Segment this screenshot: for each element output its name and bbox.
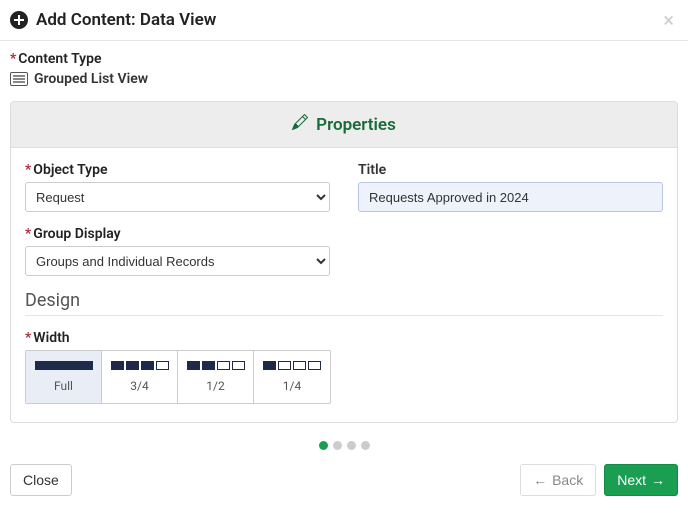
arrow-right-icon: →: [651, 472, 665, 488]
width-options: Full 3/4 1/2 1/4: [25, 350, 331, 404]
group-display-select[interactable]: Groups and Individual Records: [25, 246, 330, 276]
back-button[interactable]: ← Back: [520, 464, 596, 496]
properties-header: Properties: [11, 102, 677, 148]
pencil-icon: [292, 114, 308, 135]
step-dot-3: [347, 441, 356, 450]
group-display-label: Group Display: [33, 226, 120, 242]
design-heading: Design: [25, 290, 663, 311]
arrow-left-icon: ←: [533, 472, 547, 488]
step-dot-1: [319, 441, 328, 450]
step-dot-4: [361, 441, 370, 450]
object-type-select[interactable]: Request: [25, 182, 330, 212]
title-field: Title: [358, 162, 663, 212]
content-type-label: Content Type: [18, 51, 101, 67]
properties-title: Properties: [316, 115, 396, 135]
title-input[interactable]: [358, 182, 663, 212]
dialog-title: Add Content: Data View: [36, 10, 663, 30]
dialog-footer: Close ← Back Next →: [0, 464, 688, 508]
step-dot-2: [333, 441, 342, 450]
title-label: Title: [358, 162, 663, 178]
content-type-field: *Content Type Grouped List View: [10, 51, 678, 87]
width-option-half[interactable]: 1/2: [178, 351, 254, 403]
grouped-list-icon: [10, 72, 28, 86]
object-type-field: *Object Type Request: [25, 162, 330, 212]
dialog-header: Add Content: Data View ×: [0, 0, 688, 41]
content-type-value: Grouped List View: [34, 71, 148, 87]
width-option-three-quarter[interactable]: 3/4: [102, 351, 178, 403]
plus-circle-icon: [10, 11, 28, 29]
close-icon[interactable]: ×: [663, 10, 674, 30]
close-button[interactable]: Close: [10, 464, 72, 496]
width-option-full[interactable]: Full: [26, 351, 102, 403]
divider: [25, 315, 663, 316]
properties-panel: Properties *Object Type Request *Group D…: [10, 101, 678, 423]
width-label: Width: [33, 330, 69, 346]
width-option-quarter[interactable]: 1/4: [254, 351, 330, 403]
next-button[interactable]: Next →: [604, 464, 678, 496]
step-indicator: [10, 441, 678, 450]
object-type-label: Object Type: [33, 162, 107, 178]
group-display-field: *Group Display Groups and Individual Rec…: [25, 226, 330, 276]
